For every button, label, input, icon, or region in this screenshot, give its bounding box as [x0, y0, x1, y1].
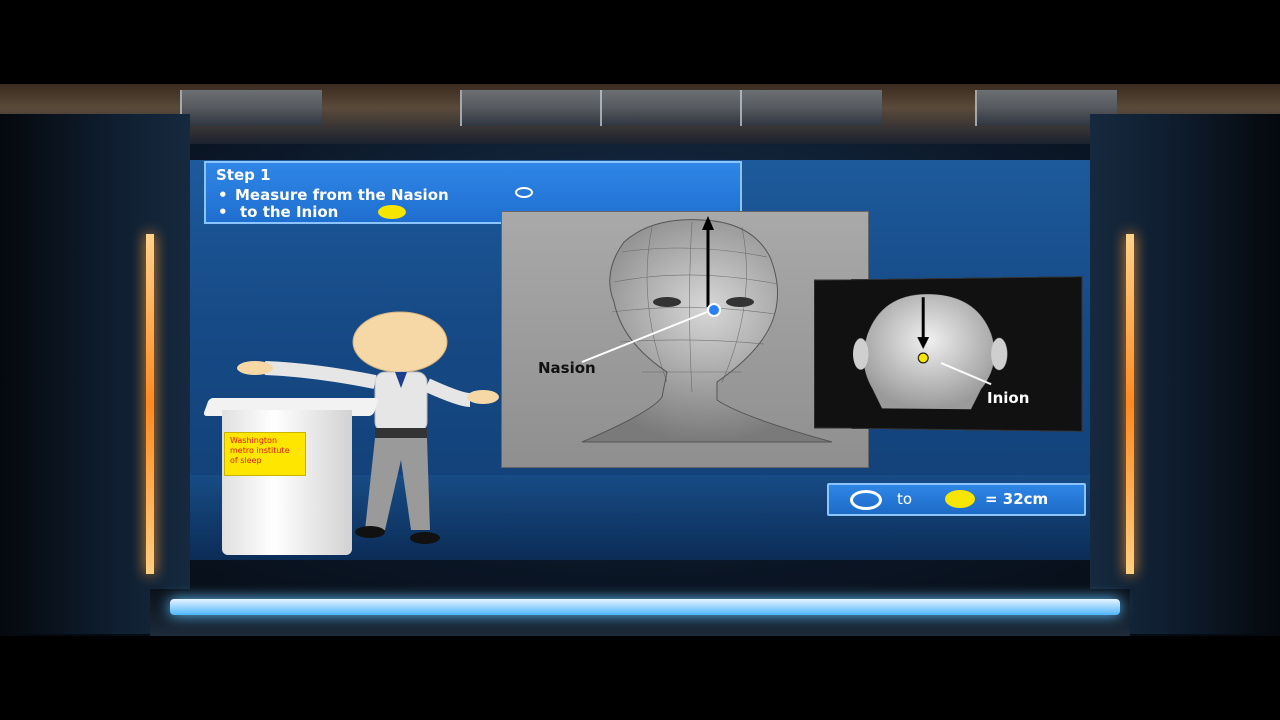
- podium-sign-line: Washington: [230, 436, 278, 445]
- left-orange-light: [146, 234, 154, 574]
- ceiling-panel: [740, 90, 882, 126]
- nasion-label: Nasion: [538, 359, 596, 377]
- letterbox-bottom: [0, 636, 1280, 720]
- nasion-marker: [707, 303, 721, 317]
- yellow-dot-icon: [945, 490, 975, 508]
- ring-icon: [515, 187, 533, 198]
- back-head-illustration: [853, 277, 1008, 410]
- step-bullet-inion: to the Inion: [240, 203, 339, 221]
- inion-label: Inion: [987, 389, 1030, 407]
- stage-floor-light: [170, 599, 1120, 615]
- right-wall: [1090, 114, 1280, 634]
- ring-icon: [850, 490, 882, 510]
- left-wall: [0, 114, 190, 634]
- ceiling-panel: [180, 90, 322, 126]
- right-orange-light: [1126, 234, 1134, 574]
- back-head-panel: [813, 276, 1083, 432]
- podium-sign-text: Washington metro institute of sleep: [230, 436, 302, 466]
- result-value: = 32cm: [985, 490, 1049, 508]
- podium-sign-line: metro institute: [230, 446, 290, 455]
- result-to: to: [897, 490, 913, 508]
- ceiling-panel: [600, 90, 742, 126]
- bullet-marker: •: [218, 186, 228, 204]
- yellow-dot-icon: [378, 205, 406, 219]
- podium-sign-line: of sleep: [230, 456, 262, 465]
- ceiling-panel: [460, 90, 602, 126]
- bullet-marker: •: [218, 203, 228, 221]
- letterbox-top: [0, 0, 1280, 84]
- inion-marker: [918, 353, 928, 363]
- step-bullet-measure: Measure from the Nasion: [235, 186, 449, 204]
- step-title: Step 1: [216, 166, 271, 184]
